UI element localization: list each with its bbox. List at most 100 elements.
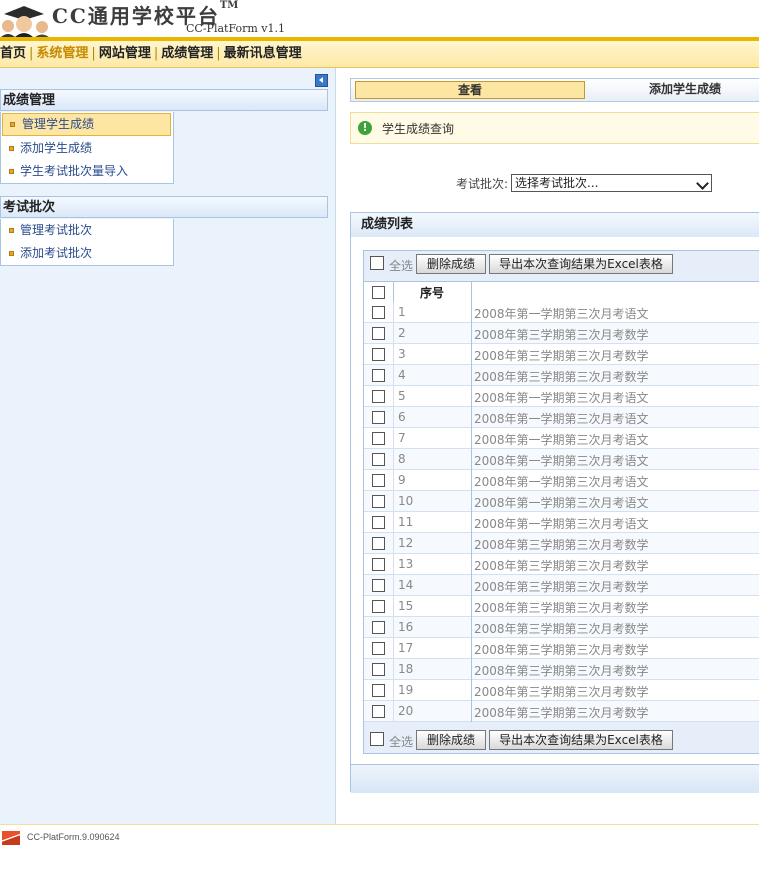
column-divider [393,491,394,512]
header-checkbox[interactable] [372,286,385,299]
column-divider [393,596,394,617]
nav-item-system[interactable]: 系统管理 [36,41,88,67]
column-divider [471,617,472,638]
table-row[interactable]: 10 2008年第一学期第三次月考语文 [364,491,759,512]
sidebar-item-manage-scores[interactable]: 管理学生成绩 [2,113,171,136]
row-checkbox[interactable] [372,684,385,697]
platform-logo-icon [2,831,20,845]
row-checkbox[interactable] [372,663,385,676]
main-content: 查看 添加学生成绩 ! 学生成绩查询 考试批次: 选择考试批次... 成绩列表 … [336,68,759,824]
table-row[interactable]: 12 2008年第三学期第三次月考数学 [364,533,759,554]
table-row[interactable]: 4 2008年第三学期第三次月考数学 [364,365,759,386]
grid-toolbar-top: 全选 删除成绩 导出本次查询结果为Excel表格 [364,251,759,277]
column-divider [393,638,394,659]
row-checkbox[interactable] [372,558,385,571]
sidebar-item-add-exam[interactable]: 添加考试批次 [1,242,173,265]
nav-item-news[interactable]: 最新讯息管理 [224,41,302,67]
row-exam-name: 2008年第三学期第三次月考数学 [474,664,649,678]
row-checkbox[interactable] [372,621,385,634]
row-checkbox[interactable] [372,705,385,718]
nav-item-scores[interactable]: 成绩管理 [161,41,213,67]
table-row[interactable]: 13 2008年第三学期第三次月考数学 [364,554,759,575]
column-divider [393,533,394,554]
bullet-icon [10,122,15,127]
row-number: 2 [398,326,406,340]
row-exam-name: 2008年第一学期第三次月考语文 [474,307,649,321]
row-number: 17 [398,641,414,655]
row-checkbox[interactable] [372,495,385,508]
row-exam-name: 2008年第三学期第三次月考数学 [474,601,649,615]
table-row[interactable]: 17 2008年第三学期第三次月考数学 [364,638,759,659]
table-row[interactable]: 18 2008年第三学期第三次月考数学 [364,659,759,680]
app-subtitle: CC-PlatForm v1.1 [186,22,285,35]
sidebar-group-title-scores[interactable]: 成绩管理 [0,89,328,111]
row-checkbox[interactable] [372,579,385,592]
delete-scores-button[interactable]: 删除成绩 [416,254,486,274]
select-all-checkbox[interactable] [370,732,384,746]
row-checkbox[interactable] [372,516,385,529]
column-divider [393,449,394,470]
row-checkbox[interactable] [372,348,385,361]
table-row[interactable]: 2 2008年第三学期第三次月考数学 [364,323,759,344]
table-row[interactable]: 1 2008年第一学期第三次月考语文 [364,302,759,323]
column-divider [393,428,394,449]
top-nav: 首页 | 系统管理 | 网站管理 | 成绩管理 | 最新讯息管理 [0,41,759,68]
delete-scores-button[interactable]: 删除成绩 [416,730,486,750]
column-divider [471,575,472,596]
nav-item-website[interactable]: 网站管理 [99,41,151,67]
tab-add-score[interactable]: 添加学生成绩 [649,81,759,97]
row-checkbox[interactable] [372,453,385,466]
row-checkbox[interactable] [372,411,385,424]
nav-item-home[interactable]: 首页 [0,41,26,67]
row-exam-name: 2008年第三学期第三次月考数学 [474,328,649,342]
sidebar-item-add-score[interactable]: 添加学生成绩 [1,137,173,160]
row-checkbox[interactable] [372,306,385,319]
select-all-checkbox[interactable] [370,256,384,270]
table-row[interactable]: 20 2008年第三学期第三次月考数学 [364,701,759,722]
row-checkbox[interactable] [372,600,385,613]
table-row[interactable]: 7 2008年第一学期第三次月考语文 [364,428,759,449]
sidebar-group-title-exams[interactable]: 考试批次 [0,196,328,218]
row-checkbox[interactable] [372,474,385,487]
row-number: 11 [398,515,414,529]
exam-batch-select[interactable]: 选择考试批次... [511,174,712,192]
column-header-number: 序号 [420,286,445,300]
table-row[interactable]: 19 2008年第三学期第三次月考数学 [364,680,759,701]
trademark-mark: TM [219,0,239,11]
sidebar-item-label: 学生考试批次量导入 [20,164,129,178]
column-divider [471,323,472,344]
row-checkbox[interactable] [372,537,385,550]
row-number: 16 [398,620,414,634]
export-excel-button[interactable]: 导出本次查询结果为Excel表格 [489,254,673,274]
sidebar-item-label: 添加学生成绩 [20,141,93,155]
row-checkbox[interactable] [372,642,385,655]
tab-view[interactable]: 查看 [355,81,585,99]
column-divider [471,282,472,302]
row-checkbox[interactable] [372,327,385,340]
row-checkbox[interactable] [372,369,385,382]
column-divider [393,470,394,491]
select-all-label: 全选 [389,259,414,273]
table-row[interactable]: 3 2008年第三学期第三次月考数学 [364,344,759,365]
row-number: 14 [398,578,414,592]
table-row[interactable]: 11 2008年第一学期第三次月考语文 [364,512,759,533]
row-checkbox[interactable] [372,390,385,403]
table-row[interactable]: 15 2008年第三学期第三次月考数学 [364,596,759,617]
sidebar-item-manage-exams[interactable]: 管理考试批次 [1,219,173,242]
info-icon: ! [358,121,372,135]
table-row[interactable]: 16 2008年第三学期第三次月考数学 [364,617,759,638]
table-row[interactable]: 9 2008年第一学期第三次月考语文 [364,470,759,491]
collapse-sidebar-icon[interactable] [315,74,328,87]
bullet-icon [9,146,14,151]
table-row[interactable]: 14 2008年第三学期第三次月考数学 [364,575,759,596]
row-checkbox[interactable] [372,432,385,445]
bullet-icon [9,228,14,233]
panel-title: 成绩列表 [351,213,759,237]
table-row[interactable]: 6 2008年第一学期第三次月考语文 [364,407,759,428]
table-row[interactable]: 8 2008年第一学期第三次月考语文 [364,449,759,470]
row-exam-name: 2008年第三学期第三次月考数学 [474,538,649,552]
export-excel-button[interactable]: 导出本次查询结果为Excel表格 [489,730,673,750]
column-divider [471,680,472,701]
sidebar-item-import-batch[interactable]: 学生考试批次量导入 [1,160,173,183]
table-row[interactable]: 5 2008年第一学期第三次月考语文 [364,386,759,407]
